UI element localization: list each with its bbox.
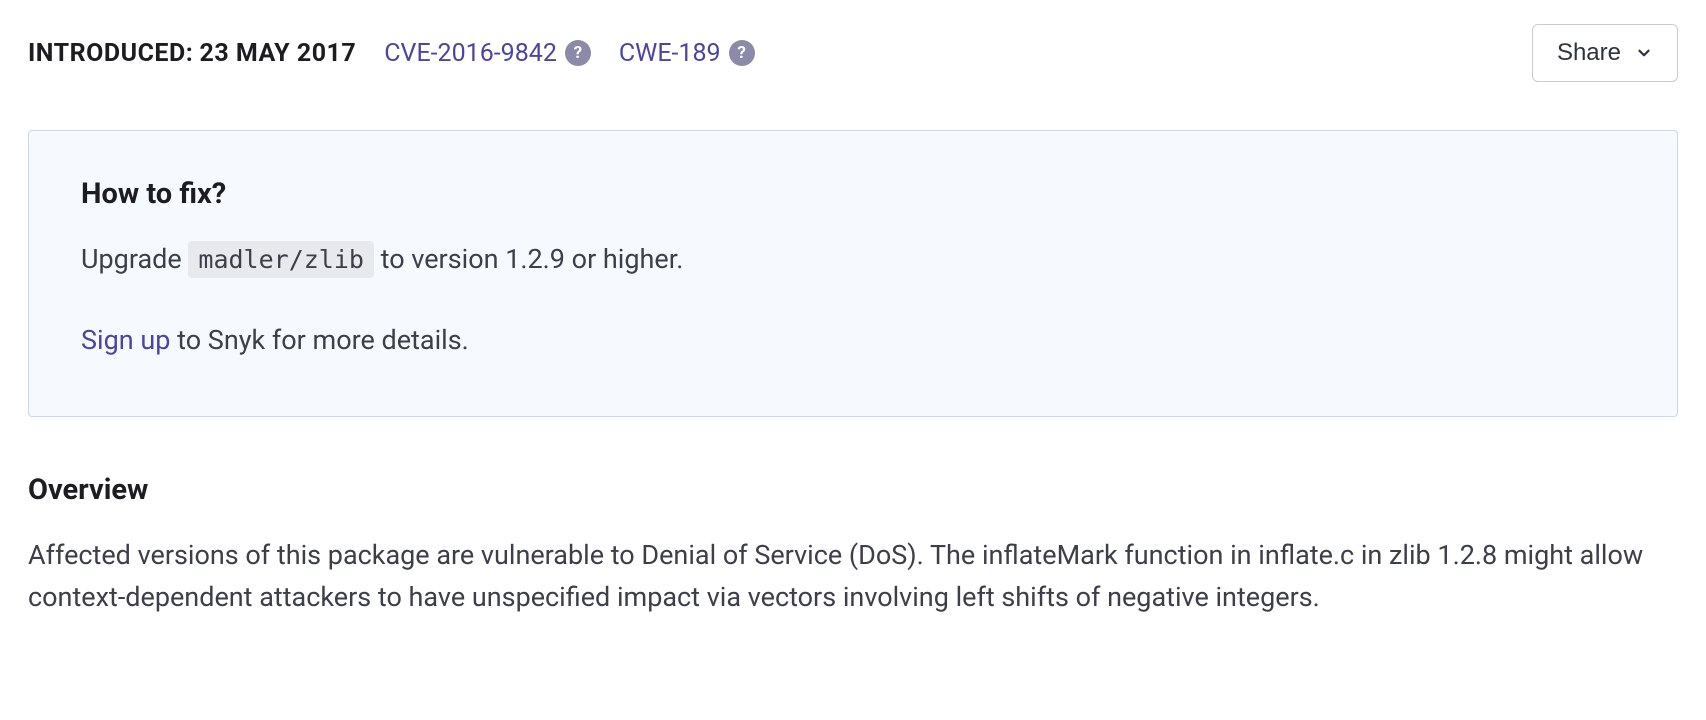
cve-text: CVE-2016-9842 [384, 39, 557, 68]
cve-link[interactable]: CVE-2016-9842 ? [384, 39, 591, 68]
signup-link[interactable]: Sign up [81, 324, 170, 356]
upgrade-pre: Upgrade [81, 243, 188, 275]
cwe-link[interactable]: CWE-189 ? [619, 39, 755, 68]
top-row: INTRODUCED: 23 MAY 2017 CVE-2016-9842 ? … [28, 24, 1678, 82]
fix-title: How to fix? [81, 177, 1625, 211]
introduced: INTRODUCED: 23 MAY 2017 [28, 39, 356, 68]
fix-upgrade-line: Upgrade madler/zlib to version 1.2.9 or … [81, 239, 1625, 280]
chevron-down-icon [1635, 44, 1653, 62]
introduced-date: 23 MAY 2017 [199, 39, 356, 68]
signup-line: Sign up to Snyk for more details. [81, 320, 1625, 361]
package-name: madler/zlib [188, 241, 374, 278]
help-icon[interactable]: ? [565, 40, 591, 66]
signup-rest: to Snyk for more details. [170, 324, 468, 356]
help-icon[interactable]: ? [729, 40, 755, 66]
meta-bar: INTRODUCED: 23 MAY 2017 CVE-2016-9842 ? … [28, 39, 755, 68]
upgrade-post: to version 1.2.9 or higher. [374, 243, 683, 275]
overview-text: Affected versions of this package are vu… [28, 535, 1678, 619]
overview-title: Overview [28, 473, 1678, 507]
share-label: Share [1557, 39, 1621, 67]
share-button[interactable]: Share [1532, 24, 1678, 82]
fix-box: How to fix? Upgrade madler/zlib to versi… [28, 130, 1678, 417]
cwe-text: CWE-189 [619, 39, 721, 68]
introduced-label: INTRODUCED: [28, 39, 193, 68]
